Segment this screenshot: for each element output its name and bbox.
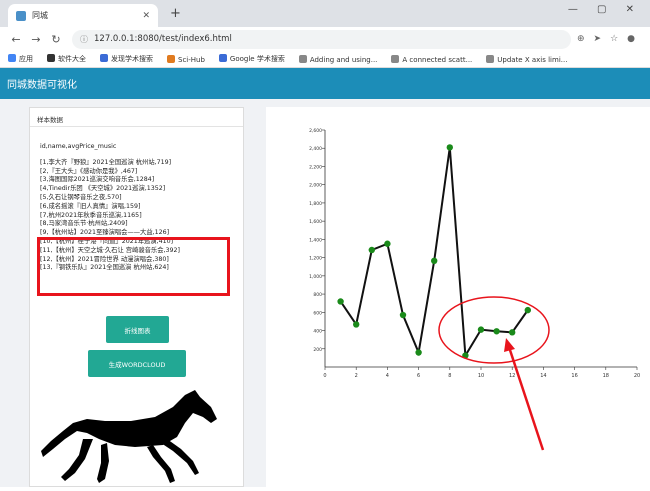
sample-row: [6,成名摇滚『旧人真情』演唱,159] — [40, 202, 141, 210]
y-tick-label: 400 — [313, 329, 322, 335]
toolbar-icons[interactable]: ⊕➤☆● — [577, 34, 644, 44]
chart-marks — [337, 144, 531, 359]
bookmark-item[interactable]: Sci-Hub — [167, 54, 205, 64]
y-tick-label: 800 — [313, 292, 322, 298]
data-point — [399, 311, 407, 319]
sample-row: [1,李大齐『野狼』2021全国巡演 杭州站,719] — [40, 158, 172, 166]
card-title: 样本数据 — [30, 108, 243, 127]
data-point — [477, 326, 485, 333]
new-tab-icon[interactable]: + — [170, 6, 181, 21]
y-tick-label: 1,600 — [309, 219, 322, 225]
tab-favicon-icon — [16, 10, 26, 21]
x-tick-label: 20 — [634, 373, 640, 379]
address-bar-row: ← → ↻ ⓘ 127.0.0.1:8080/test/index6.html … — [0, 27, 650, 51]
data-point — [524, 306, 531, 314]
sample-data-card: 样本数据 id,name,avgPrice_music [1,李大齐『野狼』20… — [29, 107, 244, 487]
tab-title: 同城 — [32, 11, 48, 20]
x-tick-label: 16 — [571, 373, 577, 379]
highlight-arrow-head — [504, 338, 515, 352]
main-area: 样本数据 id,name,avgPrice_music [1,李大齐『野狼』20… — [0, 99, 650, 487]
y-tick-label: 1,000 — [309, 274, 322, 280]
data-point — [353, 321, 360, 328]
info-icon: ⓘ — [80, 34, 88, 44]
y-tick-label: 1,200 — [309, 256, 322, 262]
y-tick-label: 200 — [313, 347, 322, 353]
x-tick-label: 0 — [323, 373, 326, 379]
x-tick-label: 8 — [448, 373, 451, 379]
close-icon[interactable]: ✕ — [142, 11, 150, 21]
bookmark-item[interactable]: A connected scatt... — [391, 54, 472, 64]
data-point — [446, 144, 453, 151]
y-tick-label: 1,800 — [309, 201, 322, 207]
sample-row: [8,马家湾音乐节·杭州站,2409] — [40, 220, 128, 228]
browser-tab-bar: 同城 ✕ + — ▢ ✕ — [0, 0, 650, 27]
data-point — [337, 298, 344, 305]
window-controls[interactable]: — ▢ ✕ — [568, 4, 642, 15]
reload-icon[interactable]: ↻ — [46, 33, 66, 46]
y-tick-label: 600 — [313, 310, 322, 316]
app-header: 同城数据可视化 — [0, 68, 650, 99]
data-point — [415, 349, 422, 356]
back-icon[interactable]: ← — [6, 33, 26, 46]
line-chart-button[interactable]: 折线图表 — [106, 316, 169, 343]
chart-panel: 0 2 4 6 8 10 12 14 16 18 20 200 400 600 800 1,000 1,200 1… — [266, 107, 650, 487]
chart-annotation — [438, 296, 550, 451]
sample-row: [4,Tinedir乐团 《天空城》2021巡演,1352] — [40, 185, 166, 193]
forward-icon[interactable]: → — [26, 33, 46, 46]
x-tick-label: 6 — [417, 373, 420, 379]
y-tick-label: 2,200 — [309, 164, 322, 170]
wordcloud-button[interactable]: 生成WORDCLOUD — [88, 350, 186, 377]
x-tick-label: 14 — [540, 373, 546, 379]
sample-row: [3,海图国际2021巡演交响音乐会,1284] — [40, 176, 155, 184]
url-text: 127.0.0.1:8080/test/index6.html — [94, 34, 232, 44]
highlight-box — [37, 237, 230, 296]
y-tick-label: 2,400 — [309, 146, 322, 152]
bookmark-item[interactable]: Update X axis limi... — [486, 54, 567, 64]
highlight-arrow-shaft — [507, 346, 545, 451]
browser-tab[interactable]: 同城 ✕ — [8, 4, 158, 27]
bookmark-item[interactable]: 应用 — [8, 54, 33, 64]
sample-row: [5,久石让钢琴音乐之夜,570] — [40, 193, 122, 201]
bookmark-item[interactable]: Google 学术搜索 — [218, 54, 285, 64]
x-tick-label: 12 — [509, 373, 515, 379]
x-tick-label: 4 — [386, 373, 389, 379]
bookmarks-bar: 应用 软件大全 发现学术搜索 Sci-Hub Google 学术搜索 Addin… — [0, 51, 650, 68]
y-tick-label: 1,400 — [309, 237, 322, 243]
x-tick-label: 10 — [478, 373, 484, 379]
line-chart: 0 2 4 6 8 10 12 14 16 18 20 200 400 600 800 1,000 1,200 1… — [309, 128, 640, 451]
series-line — [339, 147, 529, 359]
bookmark-item[interactable]: 软件大全 — [47, 54, 86, 64]
data-point — [493, 328, 500, 335]
bookmark-item[interactable]: Adding and using... — [298, 54, 377, 64]
y-tick-label: 2,000 — [309, 183, 322, 189]
data-point — [384, 240, 391, 247]
app-title: 同城数据可视化 — [7, 80, 77, 91]
sample-header-line: id,name,avgPrice_music — [40, 143, 117, 150]
horse-silhouette-image — [35, 387, 235, 487]
y-tick-label: 2,600 — [309, 128, 322, 134]
url-field[interactable]: ⓘ 127.0.0.1:8080/test/index6.html — [72, 29, 571, 49]
x-tick-label: 18 — [603, 373, 609, 379]
bookmark-item[interactable]: 发现学术搜索 — [100, 54, 153, 64]
data-point — [368, 246, 375, 254]
data-point — [509, 329, 516, 336]
x-tick-label: 2 — [355, 373, 358, 379]
data-point — [431, 257, 438, 265]
